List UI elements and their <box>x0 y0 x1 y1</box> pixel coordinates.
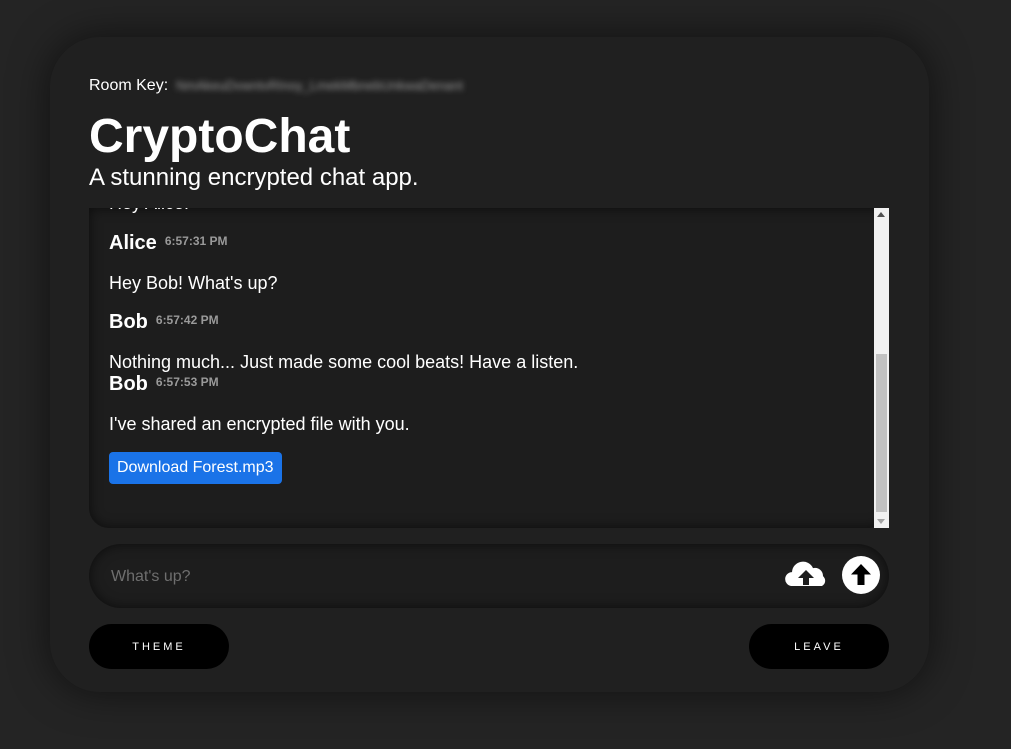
message-author: Alice <box>109 232 157 254</box>
message-header: Bob 6:57:53 PM <box>109 373 869 396</box>
download-file-button[interactable]: Download Forest.mp3 <box>109 452 282 484</box>
message-item: Bob 6:57:53 PM I've shared an encrypted … <box>109 373 869 484</box>
app-subtitle: A stunning encrypted chat app. <box>89 164 419 191</box>
message-composer <box>89 544 889 608</box>
message-text: Nothing much... Just made some cool beat… <box>109 352 579 372</box>
message-input[interactable] <box>109 564 763 590</box>
message-item: Hey Alice! <box>109 208 869 232</box>
message-text: Hey Bob! What's up? <box>109 273 278 293</box>
message-list-scrollbar[interactable] <box>874 208 889 528</box>
message-list[interactable]: Hey Alice! Alice 6:57:31 PM Hey Bob! Wha… <box>89 208 889 528</box>
scroll-down-arrow-icon[interactable] <box>877 519 885 524</box>
message-time: 6:57:31 PM <box>164 234 228 248</box>
message-text: Hey Alice! <box>109 208 869 232</box>
message-author: Bob <box>109 373 148 395</box>
leave-button[interactable]: LEAVE <box>749 624 889 669</box>
arrow-up-icon <box>851 564 871 585</box>
attachment-row: Download Forest.mp3 <box>109 452 869 484</box>
room-key-label: Room Key: <box>89 77 169 94</box>
message-list-content: Hey Alice! Alice 6:57:31 PM Hey Bob! Wha… <box>109 208 869 484</box>
message-item: Alice 6:57:31 PM Hey Bob! What's up? <box>109 232 869 311</box>
room-key: Room Key: NmAkeuDvwntvRInoy_LmekMbnebUnk… <box>89 77 552 95</box>
message-author: Bob <box>109 311 148 333</box>
theme-button[interactable]: THEME <box>89 624 229 669</box>
app-title: CryptoChat <box>89 110 351 163</box>
message-item: Bob 6:57:42 PM Nothing much... Just made… <box>109 311 869 373</box>
message-time: 6:57:42 PM <box>155 313 219 327</box>
room-key-value: NmAkeuDvwntvRInoy_LmekMbnebUnkwaDenant <box>176 78 463 93</box>
message-header: Bob 6:57:42 PM <box>109 311 869 334</box>
chat-card: Room Key: NmAkeuDvwntvRInoy_LmekMbnebUnk… <box>50 37 929 692</box>
cloud-upload-icon[interactable] <box>785 556 827 596</box>
message-text: I've shared an encrypted file with you. <box>109 414 410 434</box>
message-header: Alice 6:57:31 PM <box>109 232 869 255</box>
scroll-thumb[interactable] <box>876 354 887 512</box>
message-time: 6:57:53 PM <box>155 375 219 389</box>
send-button[interactable] <box>842 556 880 594</box>
scroll-up-arrow-icon[interactable] <box>877 212 885 217</box>
